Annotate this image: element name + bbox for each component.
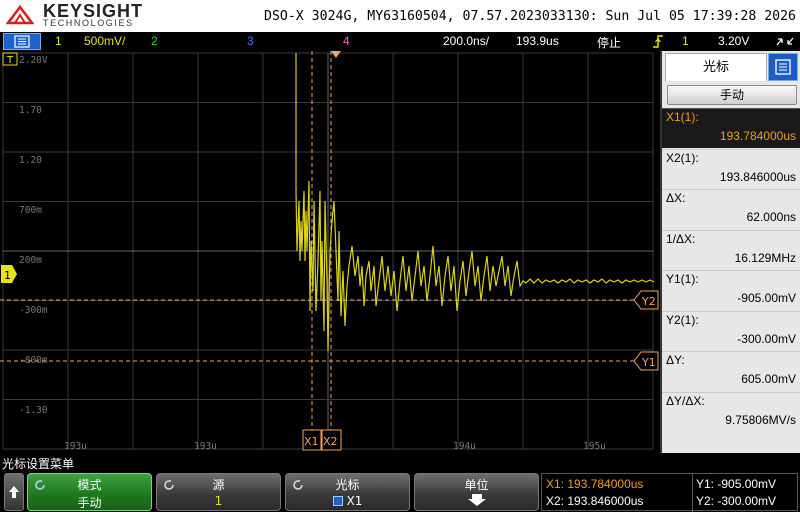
cursor-row-label: X1(1): bbox=[666, 110, 699, 124]
cursor-row: ΔY: 605.00mV bbox=[662, 351, 800, 391]
rotate-icon bbox=[293, 480, 303, 490]
channel-3-indicator[interactable]: 3 bbox=[247, 34, 254, 48]
time-tick-label: 195u bbox=[583, 441, 606, 452]
header-bar: KEYSIGHT TECHNOLOGIES DSO-X 3024G, MY631… bbox=[0, 0, 800, 32]
cursor-side-panel: 光标 手动 X1(1): 193.784000us X2(1): 193.846000… bbox=[660, 51, 800, 453]
cursor-softkey-value-row: X1 bbox=[286, 494, 409, 508]
cursor-row: Y1(1): -905.00mV bbox=[662, 270, 800, 310]
cursor-tab[interactable]: 光标 bbox=[665, 53, 767, 81]
trigger-edge-icon[interactable] bbox=[651, 34, 665, 49]
cursor-row-value: 9.75806MV/s bbox=[725, 412, 796, 427]
x2-marker-label: X2 bbox=[323, 435, 338, 448]
x1-marker-label: X1 bbox=[304, 435, 319, 448]
channel-4-indicator[interactable]: 4 bbox=[343, 34, 350, 48]
device-info: DSO-X 3024G, MY63160504, 07.57.202303313… bbox=[264, 9, 796, 24]
main-menu-button[interactable] bbox=[3, 33, 41, 50]
cursor-row: X2(1): 193.846000us bbox=[662, 148, 800, 189]
manual-mode-button[interactable]: 手动 bbox=[667, 85, 797, 105]
up-arrow-icon bbox=[9, 486, 19, 498]
cursor-row-label: Y1(1): bbox=[666, 272, 699, 286]
selected-checkbox-icon bbox=[332, 496, 343, 506]
voltage-tick-label: 1.70 bbox=[19, 105, 42, 116]
keysight-logo-icon bbox=[6, 4, 34, 25]
y2-marker-label: Y2 bbox=[641, 295, 656, 308]
timebase-scale[interactable]: 200.0ns/ bbox=[443, 34, 489, 48]
channel-1-scale[interactable]: 500mV/ bbox=[84, 34, 125, 48]
time-delay[interactable]: 193.9us bbox=[516, 34, 559, 48]
cursor-row-label: 1/ΔX: bbox=[666, 231, 696, 246]
voltage-tick-label: 1.20 bbox=[19, 155, 42, 166]
voltage-tick-label: -1.30 bbox=[19, 405, 48, 416]
units-softkey-label: 单位 bbox=[464, 478, 489, 492]
units-softkey[interactable]: 单位 bbox=[414, 473, 539, 511]
readout-y1: Y1: -905.00mV bbox=[696, 477, 777, 491]
cursor-row-label: Y2(1): bbox=[666, 312, 699, 327]
status-bar: 1 500mV/ 2 3 4 200.0ns/ 193.9us 停止 1 3.2… bbox=[0, 32, 800, 51]
voltage-tick-label: 2.20V bbox=[19, 55, 48, 66]
cursor-softkey[interactable]: 光标 X1 bbox=[285, 473, 410, 511]
x2-cursor-marker[interactable]: X2 bbox=[321, 429, 342, 451]
readout-x2: X2: 193.846000us bbox=[546, 494, 644, 508]
cursor-row-value: -300.00mV bbox=[737, 331, 796, 346]
time-tick-label: 194u bbox=[453, 441, 476, 452]
cursor-row: 1/ΔX: 16.129MHz bbox=[662, 229, 800, 270]
source-softkey[interactable]: 源 1 bbox=[156, 473, 281, 511]
touch-gesture-icon[interactable] bbox=[774, 34, 796, 49]
trigger-level-marker[interactable]: T bbox=[2, 52, 18, 66]
down-arrow-icon bbox=[467, 494, 486, 506]
cursor-row-label: X2(1): bbox=[666, 150, 699, 165]
mode-softkey[interactable]: 模式 手动 bbox=[27, 473, 152, 511]
back-button[interactable] bbox=[4, 473, 24, 511]
cursor-row-label: ΔY: bbox=[666, 353, 685, 367]
run-state: 停止 bbox=[597, 36, 622, 50]
cursor-row: ΔX: 62.000ns bbox=[662, 189, 800, 229]
ground-marker-label: 1 bbox=[4, 269, 11, 282]
trigger-level[interactable]: 3.20V bbox=[718, 34, 749, 48]
readout-x1: X1: 193.784000us bbox=[546, 477, 644, 491]
cursor-row-label: ΔX: bbox=[666, 191, 686, 205]
readout-divider bbox=[692, 474, 693, 512]
time-tick-label: 193u bbox=[64, 441, 87, 452]
source-softkey-value: 1 bbox=[214, 494, 223, 508]
menu-icon bbox=[14, 35, 30, 48]
cursor-softkey-value: X1 bbox=[346, 494, 363, 508]
waveform-display[interactable]: 2.20V1.701.20700m200m-300m-800m-1.30 193… bbox=[0, 51, 660, 453]
trigger-channel[interactable]: 1 bbox=[682, 34, 689, 48]
cursor-row-value: -905.00mV bbox=[737, 291, 796, 305]
cursor-readout-panel: X1: 193.784000us X2: 193.846000us Y1: -9… bbox=[541, 473, 798, 512]
channel-2-indicator[interactable]: 2 bbox=[151, 34, 158, 48]
rotate-icon bbox=[35, 480, 45, 490]
x1-cursor-marker[interactable]: X1 bbox=[302, 429, 322, 451]
cursor-row-value: 193.784000us bbox=[719, 129, 796, 143]
cursor-row-value: 62.000ns bbox=[746, 210, 796, 224]
menu-title: 光标设置菜单 bbox=[2, 457, 75, 471]
voltage-tick-label: 700m bbox=[19, 205, 42, 216]
y1-marker-label: Y1 bbox=[641, 356, 656, 369]
readout-y2: Y2: -300.00mV bbox=[696, 494, 777, 508]
cursor-row: Y2(1): -300.00mV bbox=[662, 310, 800, 351]
side-menu-icon[interactable] bbox=[768, 53, 798, 81]
mode-softkey-value: 手动 bbox=[77, 496, 102, 510]
cursor-row-value: 16.129MHz bbox=[734, 250, 796, 265]
cursor-row: ΔY/ΔX: 9.75806MV/s bbox=[662, 391, 800, 432]
rotate-icon bbox=[164, 480, 174, 490]
cursor-row-label: ΔY/ΔX: bbox=[666, 393, 705, 408]
trigger-marker-label: T bbox=[6, 55, 14, 66]
voltage-tick-label: -300m bbox=[19, 305, 48, 316]
brand-subtitle: TECHNOLOGIES bbox=[43, 18, 134, 28]
cursor-row-value: 605.00mV bbox=[741, 372, 796, 386]
cursor-row-value: 193.846000us bbox=[719, 169, 796, 184]
channel-1-indicator[interactable]: 1 bbox=[55, 34, 62, 48]
cursor-row: X1(1): 193.784000us bbox=[662, 108, 800, 148]
time-tick-label: 193u bbox=[194, 441, 217, 452]
voltage-tick-label: 200m bbox=[19, 255, 42, 266]
